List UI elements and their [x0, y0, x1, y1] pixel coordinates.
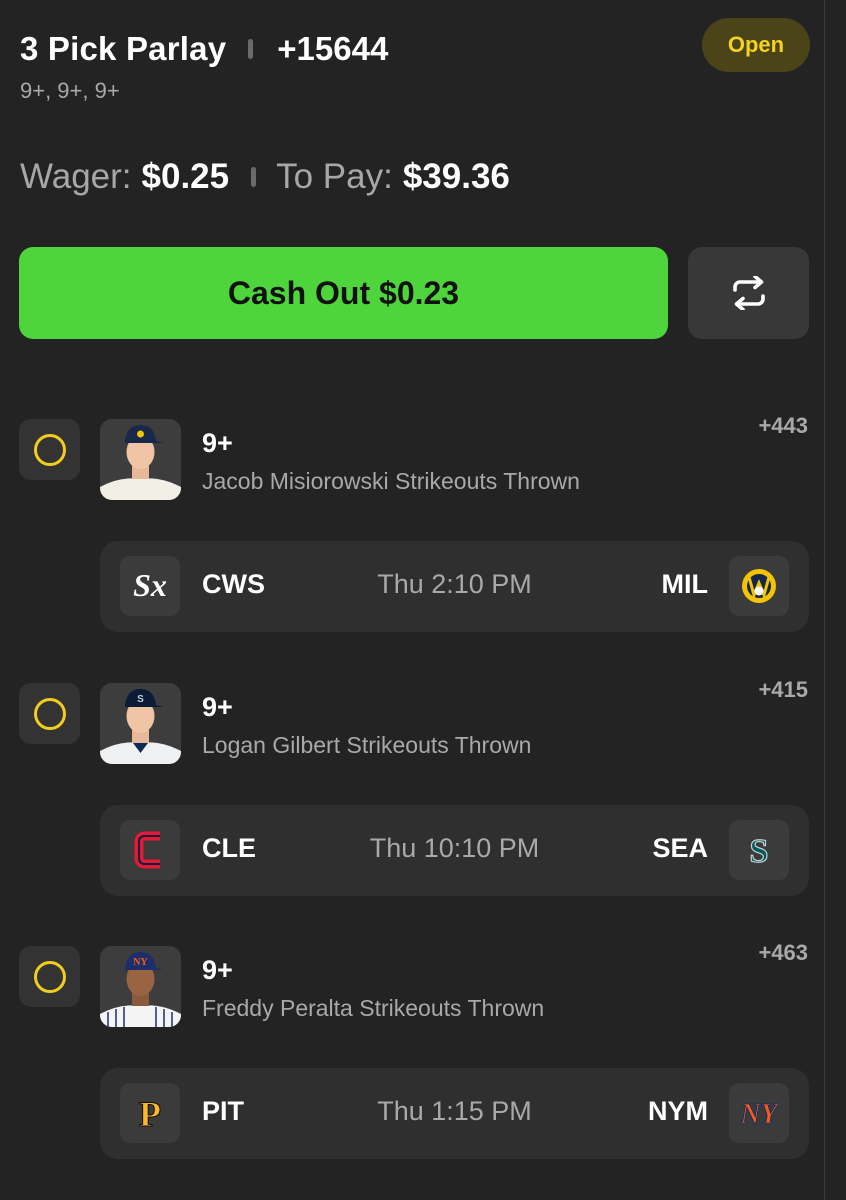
home-team: MIL	[661, 569, 709, 599]
wager-label: Wager:	[20, 157, 132, 196]
legs-summary: 9+, 9+, 9+	[20, 78, 120, 103]
parlay-odds: +15644	[277, 30, 389, 67]
to-pay-label: To Pay:	[276, 157, 393, 196]
separator	[248, 39, 254, 59]
svg-text:NY: NY	[739, 1099, 779, 1130]
status-badge: Open	[702, 18, 810, 72]
player-headshot	[100, 419, 181, 500]
pick-line: 9+	[202, 428, 233, 458]
svg-text:S: S	[750, 833, 769, 870]
player-headshot: S	[100, 683, 181, 764]
leg-status-indicator	[19, 419, 80, 480]
pick-description: Jacob Misiorowski Strikeouts Thrown	[202, 468, 580, 494]
pick-odds: +415	[758, 677, 808, 702]
leg-status-indicator	[19, 946, 80, 1007]
home-team: SEA	[652, 833, 708, 863]
svg-text:S: S	[137, 694, 144, 705]
game-matchup[interactable]: P PIT Thu 1:15 PM NYM NY	[100, 1068, 809, 1159]
svg-text:NY: NY	[133, 957, 148, 968]
pick-odds: +443	[758, 413, 808, 438]
scroll-edge	[824, 0, 846, 1200]
player-headshot: NY	[100, 946, 181, 1027]
to-pay-value: $39.36	[402, 157, 510, 196]
pick-line: 9+	[202, 692, 233, 722]
cash-out-button[interactable]: Cash Out $0.23	[19, 247, 668, 339]
pick-description: Freddy Peralta Strikeouts Thrown	[202, 995, 545, 1021]
mariners-logo-icon: S	[729, 820, 789, 880]
refresh-button[interactable]	[688, 247, 809, 339]
parlay-bet-card: 3 Pick Parlay +15644 9+, 9+, 9+ Open Wag…	[0, 0, 846, 1200]
parlay-title: 3 Pick Parlay	[20, 30, 227, 67]
bet-header: 3 Pick Parlay +15644 9+, 9+, 9+ Open	[20, 18, 810, 104]
game-matchup[interactable]: CLE Thu 10:10 PM SEA S	[100, 805, 809, 896]
wager-row: Wager: $0.25 To Pay: $39.36	[20, 156, 510, 198]
home-team: NYM	[648, 1096, 708, 1126]
pick-odds: +463	[758, 940, 808, 965]
mets-logo-icon: NY	[729, 1083, 789, 1143]
leg-status-indicator	[19, 683, 80, 744]
wager-value: $0.25	[141, 157, 230, 196]
brewers-logo-icon	[729, 556, 789, 616]
title-row: 3 Pick Parlay +15644	[20, 30, 810, 68]
pending-circle-icon	[33, 697, 66, 730]
pick-description: Logan Gilbert Strikeouts Thrown	[202, 732, 532, 758]
separator	[251, 167, 257, 187]
pending-circle-icon	[33, 960, 66, 993]
pending-circle-icon	[33, 433, 66, 466]
refresh-icon	[732, 276, 765, 310]
pick-line: 9+	[202, 955, 233, 985]
game-matchup[interactable]: Sx CWS Thu 2:10 PM MIL	[100, 541, 809, 632]
